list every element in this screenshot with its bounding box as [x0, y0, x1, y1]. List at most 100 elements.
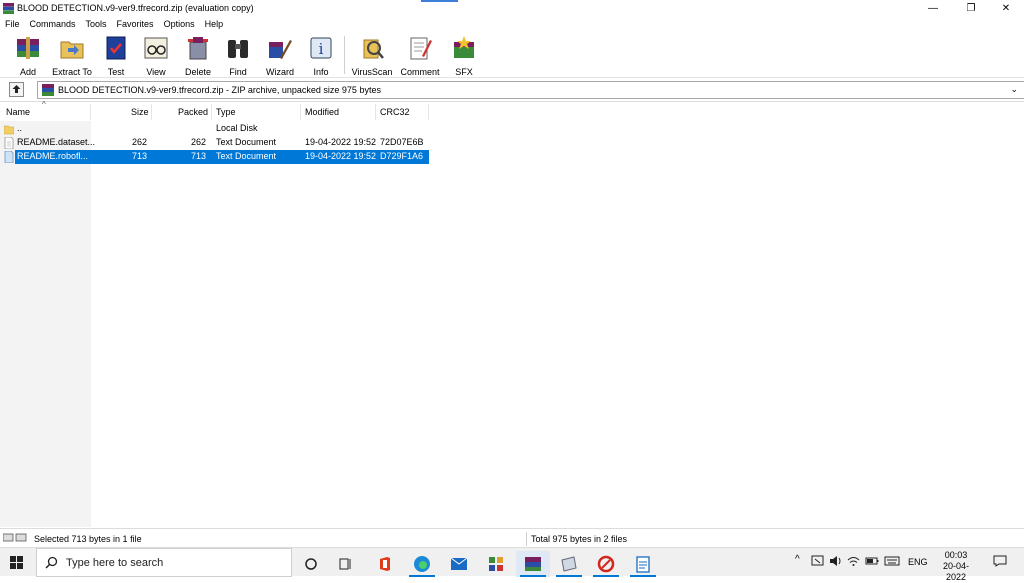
menu-favorites[interactable]: Favorites [112, 17, 159, 32]
find-button[interactable]: Find [222, 34, 254, 77]
column-header-crc32[interactable]: CRC32 [380, 107, 410, 117]
add-button[interactable]: Add [10, 34, 46, 77]
menu-options[interactable]: Options [159, 17, 200, 32]
running-indicator [520, 575, 546, 577]
minimize-icon: — [928, 3, 938, 14]
sfx-button[interactable]: SFX [448, 34, 480, 77]
close-button[interactable]: ✕ [989, 0, 1023, 17]
running-indicator [593, 575, 619, 577]
acrobat-taskbar-button[interactable] [589, 551, 623, 577]
taskbar-search-box[interactable]: Type here to search [36, 548, 292, 577]
window-title: BLOOD DETECTION.v9-ver9.tfrecord.zip (ev… [17, 3, 254, 13]
keyboard-icon[interactable] [884, 555, 900, 567]
delete-label: Delete [184, 67, 211, 77]
extract-to-button[interactable]: Extract To [51, 34, 93, 77]
widgets-button[interactable] [329, 551, 363, 577]
text-file-icon [4, 137, 14, 149]
file-modified: 19-04-2022 19:52 [305, 151, 377, 161]
address-row: BLOOD DETECTION.v9-ver9.tfrecord.zip - Z… [0, 80, 1024, 100]
address-bar[interactable]: BLOOD DETECTION.v9-ver9.tfrecord.zip - Z… [37, 81, 1024, 99]
column-header-name[interactable]: Name [6, 107, 30, 117]
file-name: README.robofl... [17, 151, 89, 161]
comment-button[interactable]: Comment [398, 34, 442, 77]
column-header-modified[interactable]: Modified [305, 107, 339, 117]
clock-time: 00:03 [944, 550, 968, 560]
delete-icon [188, 37, 208, 60]
restore-icon: ❐ [966, 3, 976, 14]
winrar-icon [525, 557, 541, 571]
office-taskbar-button[interactable] [368, 551, 402, 577]
column-divider[interactable] [375, 104, 376, 120]
edge-icon [414, 556, 430, 572]
name-column-background [0, 121, 91, 527]
delete-button[interactable]: Delete [182, 34, 214, 77]
file-packed: 262 [190, 137, 206, 147]
virusscan-button[interactable]: VirusScan [351, 34, 393, 77]
windows-start-icon[interactable] [10, 556, 23, 569]
menu-commands[interactable]: Commands [25, 17, 81, 32]
list-item-selected[interactable]: README.robofl... 713 713 Text Document 1… [0, 150, 430, 164]
up-one-level-button[interactable] [9, 82, 24, 97]
column-header-size[interactable]: Size [131, 107, 149, 117]
running-indicator [556, 575, 582, 577]
menu-tools[interactable]: Tools [81, 17, 112, 32]
column-divider[interactable] [428, 104, 429, 120]
file-size: 262 [131, 137, 147, 147]
restore-button[interactable]: ❐ [954, 0, 988, 17]
find-label: Find [229, 67, 247, 77]
winrar-taskbar-button[interactable] [516, 551, 550, 577]
network-status-icon[interactable] [811, 555, 824, 567]
menu-bar: File Commands Tools Favorites Options He… [0, 17, 228, 32]
file-list: ^ Name Size Packed Type Modified CRC32 .… [0, 100, 1024, 527]
menu-file[interactable]: File [0, 17, 25, 32]
menu-help[interactable]: Help [200, 17, 229, 32]
test-button[interactable]: Test [100, 34, 132, 77]
search-placeholder: Type here to search [66, 557, 164, 569]
mail-taskbar-button[interactable] [442, 551, 476, 577]
clock[interactable]: 00:03 20-04-2022 [936, 550, 976, 583]
task-view-button[interactable] [294, 551, 328, 577]
address-dropdown-icon[interactable]: ⌄ [1010, 84, 1018, 95]
edge-taskbar-button[interactable] [405, 551, 439, 577]
file-taskbar-button[interactable] [552, 551, 586, 577]
wizard-button[interactable]: Wizard [262, 34, 298, 77]
status-selected: Selected 713 bytes in 1 file [34, 534, 142, 544]
wifi-icon[interactable] [847, 555, 860, 567]
notification-icon[interactable] [993, 555, 1007, 567]
column-header-type[interactable]: Type [216, 107, 236, 117]
info-icon: i [310, 37, 332, 59]
volume-icon[interactable] [829, 555, 842, 567]
minimize-button[interactable]: — [916, 0, 950, 17]
app-taskbar-button[interactable] [479, 551, 513, 577]
notepad-taskbar-button[interactable] [626, 551, 660, 577]
column-header-row: ^ Name Size Packed Type Modified CRC32 [0, 100, 1024, 121]
virusscan-icon [363, 39, 384, 59]
info-button[interactable]: i Info [306, 34, 336, 77]
test-book-icon [106, 36, 126, 60]
status-bar: Selected 713 bytes in 1 file Total 975 b… [0, 528, 1024, 547]
office-icon [380, 557, 390, 571]
column-divider[interactable] [90, 104, 91, 120]
language-indicator[interactable]: ENG [908, 557, 928, 567]
battery-icon[interactable] [865, 555, 879, 567]
virusscan-label: VirusScan [351, 67, 393, 77]
view-button[interactable]: View [140, 34, 172, 77]
column-divider[interactable] [151, 104, 152, 120]
mail-icon [450, 557, 468, 570]
file-type: Local Disk [216, 123, 258, 133]
tray-overflow-chevron-icon[interactable]: ^ [795, 554, 800, 565]
text-file-icon [4, 151, 14, 163]
winrar-app-icon [3, 3, 14, 14]
toolbar-separator [344, 36, 345, 74]
add-label: Add [19, 67, 36, 77]
file-name: README.dataset... [17, 137, 96, 147]
column-divider[interactable] [300, 104, 301, 120]
column-divider[interactable] [211, 104, 212, 120]
zip-archive-icon [42, 84, 54, 96]
acrobat-icon [597, 555, 615, 573]
file-type: Text Document [216, 151, 277, 161]
title-bar: BLOOD DETECTION.v9-ver9.tfrecord.zip (ev… [0, 0, 1024, 17]
list-item[interactable]: README.dataset... 262 262 Text Document … [0, 136, 430, 150]
column-header-packed[interactable]: Packed [178, 107, 208, 117]
list-item[interactable]: .. Local Disk [0, 122, 430, 136]
